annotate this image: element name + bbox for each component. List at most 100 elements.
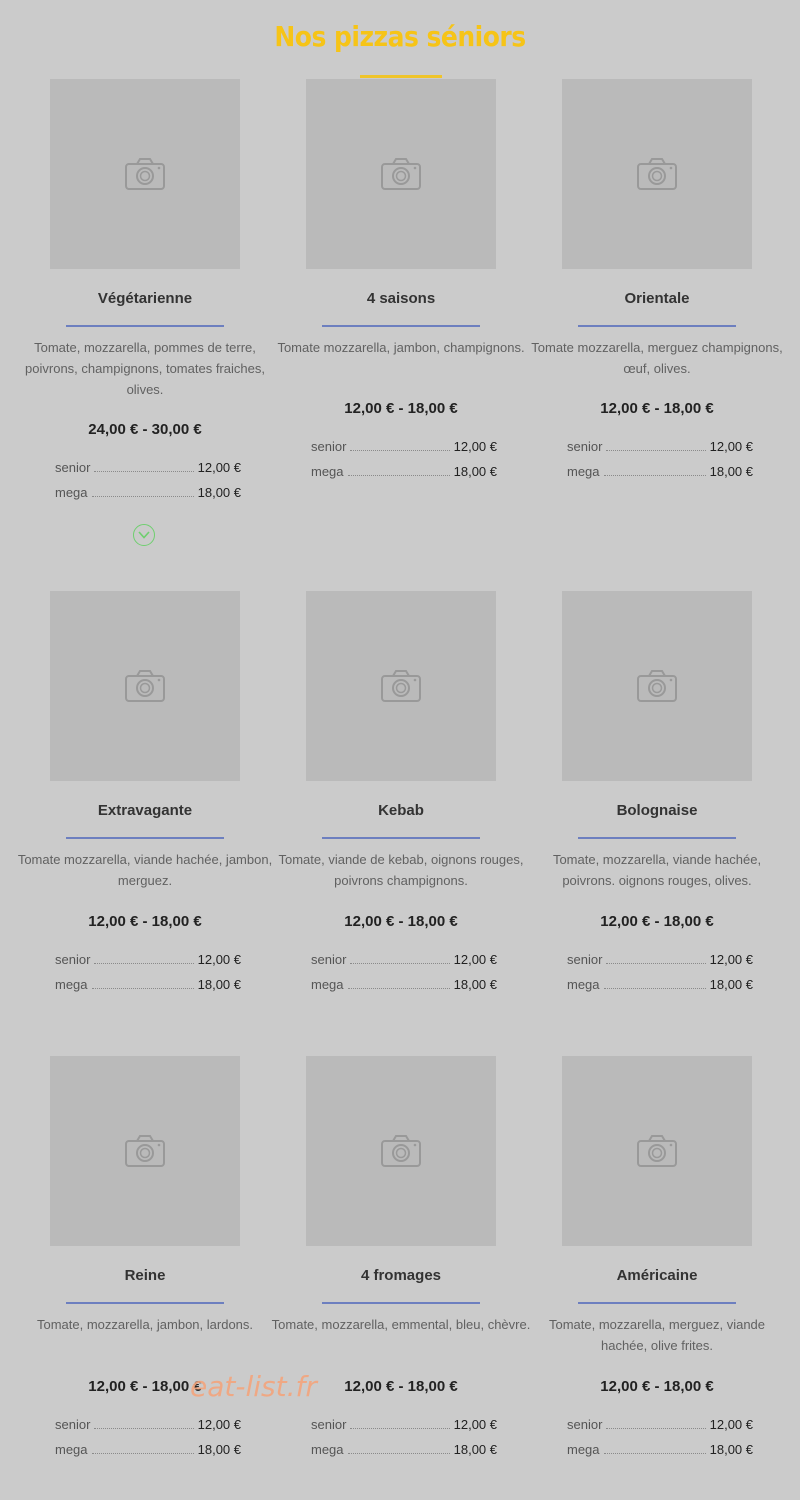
name-separator: [322, 837, 480, 839]
size-label: senior: [311, 952, 347, 967]
price-amount: 12,00 €: [453, 952, 497, 967]
size-label: mega: [567, 977, 600, 992]
price-row: mega 18,00 €: [567, 977, 753, 1002]
size-label: senior: [311, 1417, 347, 1432]
price-row: senior 12,00 €: [55, 952, 241, 977]
camera-icon: [381, 1135, 421, 1167]
price-amount: 18,00 €: [197, 485, 241, 500]
name-separator: [578, 325, 736, 327]
dot-leader: [606, 954, 706, 964]
dot-leader: [603, 1444, 706, 1454]
price-list: senior 12,00 € mega 18,00 €: [311, 439, 497, 489]
pizza-description: Tomate, mozzarella, pommes de terre, poi…: [25, 340, 265, 397]
price-row: mega 18,00 €: [311, 977, 497, 1002]
price-row: senior 12,00 €: [311, 439, 497, 464]
dot-leader: [91, 979, 194, 989]
pizza-photo-placeholder: [50, 1056, 240, 1246]
price-list: senior 12,00 € mega 18,00 €: [567, 1417, 753, 1467]
price-row: mega 18,00 €: [311, 464, 497, 489]
dot-leader: [603, 466, 706, 476]
price-list: senior 12,00 € mega 18,00 €: [567, 952, 753, 1002]
size-label: senior: [55, 460, 91, 475]
dot-leader: [350, 1419, 450, 1429]
size-label: senior: [55, 1417, 91, 1432]
price-row: mega 18,00 €: [55, 485, 241, 510]
size-label: senior: [55, 952, 91, 967]
size-label: mega: [311, 977, 344, 992]
dot-leader: [347, 466, 450, 476]
dot-leader: [94, 462, 194, 472]
dot-leader: [347, 1444, 450, 1454]
price-row: mega 18,00 €: [567, 464, 753, 489]
camera-icon: [637, 158, 677, 190]
pizza-name: Kebab: [378, 802, 424, 819]
price-row: senior 12,00 €: [311, 952, 497, 977]
price-amount: 18,00 €: [197, 977, 241, 992]
dot-leader: [94, 1419, 194, 1429]
name-separator: [322, 325, 480, 327]
size-label: mega: [567, 1442, 600, 1457]
chevron-down-icon: [138, 531, 150, 539]
price-amount: 18,00 €: [709, 464, 753, 479]
pizza-description: Tomate mozzarella, viande hachée, jambon…: [17, 852, 273, 888]
dot-leader: [91, 1444, 194, 1454]
pizza-photo-placeholder: [562, 1056, 752, 1246]
pizza-name: Reine: [124, 1267, 166, 1284]
price-range: 12,00 € - 18,00 €: [600, 913, 714, 930]
pizza-name: 4 fromages: [360, 1267, 442, 1284]
size-label: mega: [55, 485, 88, 500]
price-amount: 12,00 €: [709, 1417, 753, 1432]
price-list: senior 12,00 € mega 18,00 €: [311, 1417, 497, 1467]
pizza-photo-placeholder: [306, 591, 496, 781]
page-title: Nos pizzas séniors: [274, 20, 526, 53]
pizza-name: Bolognaise: [616, 802, 698, 819]
size-label: mega: [311, 464, 344, 479]
name-separator: [66, 325, 224, 327]
expand-button[interactable]: [133, 524, 155, 546]
price-amount: 12,00 €: [709, 952, 753, 967]
pizza-photo-placeholder: [50, 79, 240, 269]
price-range: 12,00 € - 18,00 €: [600, 1378, 714, 1395]
name-separator: [66, 1302, 224, 1304]
size-label: mega: [311, 1442, 344, 1457]
pizza-description: Tomate mozzarella, jambon, champignons.: [277, 340, 525, 355]
price-amount: 18,00 €: [197, 1442, 241, 1457]
pizza-name: Américaine: [616, 1267, 698, 1284]
camera-icon: [125, 670, 165, 702]
size-label: mega: [567, 464, 600, 479]
dot-leader: [347, 979, 450, 989]
name-separator: [66, 837, 224, 839]
camera-icon: [125, 1135, 165, 1167]
pizza-photo-placeholder: [306, 1056, 496, 1246]
price-amount: 12,00 €: [197, 1417, 241, 1432]
pizza-name: Orientale: [624, 290, 690, 307]
price-row: mega 18,00 €: [567, 1442, 753, 1467]
pizza-name: 4 saisons: [366, 290, 436, 307]
price-list: senior 12,00 € mega 18,00 €: [311, 952, 497, 1002]
size-label: mega: [55, 977, 88, 992]
pizza-description: Tomate, viande de kebab, oignons rouges,…: [278, 852, 524, 888]
price-range: 12,00 € - 18,00 €: [88, 913, 202, 930]
price-amount: 18,00 €: [709, 977, 753, 992]
dot-leader: [91, 487, 194, 497]
camera-icon: [381, 670, 421, 702]
size-label: senior: [567, 1417, 603, 1432]
camera-icon: [637, 670, 677, 702]
pizza-description: Tomate mozzarella, merguez champignons, …: [531, 340, 783, 376]
camera-icon: [637, 1135, 677, 1167]
size-label: senior: [567, 439, 603, 454]
price-row: senior 12,00 €: [55, 460, 241, 485]
price-row: senior 12,00 €: [311, 1417, 497, 1442]
title-underline: [360, 75, 442, 78]
dot-leader: [606, 441, 706, 451]
price-list: senior 12,00 € mega 18,00 €: [55, 460, 241, 510]
price-amount: 18,00 €: [709, 1442, 753, 1457]
name-separator: [322, 1302, 480, 1304]
price-amount: 12,00 €: [197, 952, 241, 967]
pizza-photo-placeholder: [562, 79, 752, 269]
pizza-photo-placeholder: [562, 591, 752, 781]
pizza-photo-placeholder: [50, 591, 240, 781]
price-amount: 12,00 €: [453, 1417, 497, 1432]
price-range: 12,00 € - 18,00 €: [600, 400, 714, 417]
name-separator: [578, 1302, 736, 1304]
